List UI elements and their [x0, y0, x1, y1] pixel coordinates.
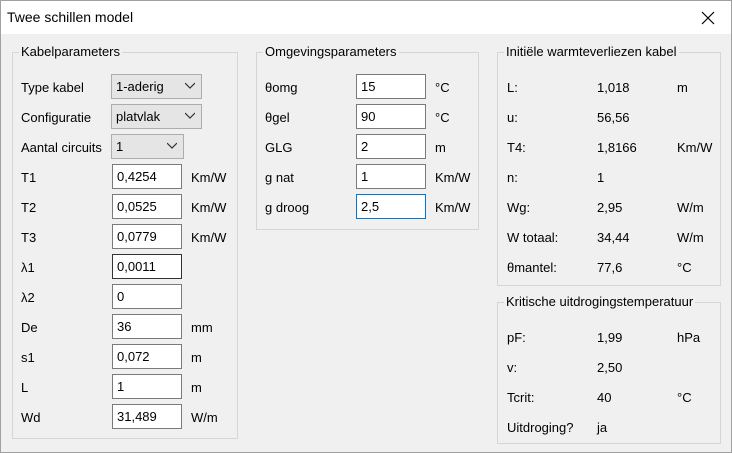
close-button[interactable] — [685, 1, 731, 34]
warmte-thetamantel-unit: °C — [677, 260, 692, 275]
warmteverliezen-legend: Initiële warmteverliezen kabel — [504, 44, 679, 59]
t1-unit: Km/W — [191, 170, 227, 185]
l-unit: m — [191, 380, 202, 395]
kritische-legend: Kritische uitdrogingstemperatuur — [504, 294, 696, 309]
warmte-l-label: L: — [507, 80, 518, 95]
type-kabel-label: Type kabel — [21, 80, 84, 95]
de-label: De — [21, 320, 38, 335]
warmte-u-label: u: — [507, 110, 518, 125]
kritisch-uitdroging-label: Uitdroging? — [507, 420, 574, 435]
theta-gel-label: θgel — [265, 110, 290, 125]
aantal-circuits-value: 1 — [116, 139, 124, 154]
t1-label: T1 — [21, 170, 37, 185]
kritisch-pf-unit: hPa — [677, 330, 701, 345]
kritisch-tcrit-value: 40 — [597, 390, 612, 405]
theta-omg-unit: °C — [435, 80, 450, 95]
g-droog-label: g droog — [265, 200, 310, 215]
warmte-t4-unit: Km/W — [677, 140, 713, 155]
warmte-n-value: 1 — [597, 170, 605, 185]
type-kabel-value: 1-aderig — [116, 79, 164, 94]
t2-unit: Km/W — [191, 200, 227, 215]
g-nat-label: g nat — [265, 170, 294, 185]
g-nat-input[interactable] — [356, 164, 426, 189]
warmte-l-value: 1,018 — [597, 80, 630, 95]
lambda2-label: λ2 — [21, 290, 35, 305]
t3-input[interactable] — [112, 224, 182, 249]
t2-label: T2 — [21, 200, 37, 215]
t1-input[interactable] — [112, 164, 182, 189]
kritisch-pf-label: pF: — [507, 330, 526, 345]
kritisch-v-value: 2,50 — [597, 360, 623, 375]
g-droog-input[interactable] — [356, 194, 426, 219]
l-input[interactable] — [112, 374, 182, 399]
dialog-window: Twee schillen model Kabelparameters Type… — [0, 0, 732, 453]
s1-input[interactable] — [112, 344, 182, 369]
t3-label: T3 — [21, 230, 37, 245]
lambda1-input[interactable] — [112, 254, 182, 279]
warmte-t4-value: 1,8166 — [597, 140, 637, 155]
glg-input[interactable] — [356, 134, 426, 159]
theta-omg-input[interactable] — [356, 74, 426, 99]
warmte-wtotaal-value: 34,44 — [597, 230, 630, 245]
glg-label: GLG — [265, 140, 293, 155]
lambda1-label: λ1 — [21, 260, 35, 275]
wd-label: Wd — [21, 410, 41, 425]
warmte-n-label: n: — [507, 170, 518, 185]
g-droog-unit: Km/W — [435, 200, 471, 215]
wd-unit: W/m — [191, 410, 218, 425]
kabelparameters-legend: Kabelparameters — [19, 44, 122, 59]
kritisch-pf-value: 1,99 — [597, 330, 623, 345]
chevron-down-icon — [185, 82, 195, 89]
warmte-wg-unit: W/m — [677, 200, 704, 215]
theta-gel-unit: °C — [435, 110, 450, 125]
s1-unit: m — [191, 350, 202, 365]
aantal-circuits-label: Aantal circuits — [21, 140, 102, 155]
glg-unit: m — [435, 140, 446, 155]
g-nat-unit: Km/W — [435, 170, 471, 185]
title-bar: Twee schillen model — [1, 1, 731, 34]
kritisch-tcrit-unit: °C — [677, 390, 692, 405]
warmte-wg-label: Wg: — [507, 200, 531, 215]
chevron-down-icon — [167, 142, 177, 149]
warmte-u-value: 56,56 — [597, 110, 630, 125]
de-unit: mm — [191, 320, 213, 335]
warmte-l-unit: m — [677, 80, 688, 95]
theta-omg-label: θomg — [265, 80, 298, 95]
lambda2-input[interactable] — [112, 284, 182, 309]
warmte-wtotaal-label: W totaal: — [507, 230, 559, 245]
warmte-t4-label: T4: — [507, 140, 526, 155]
omgevingsparameters-legend: Omgevingsparameters — [263, 44, 399, 59]
warmte-thetamantel-label: θmantel: — [507, 260, 557, 275]
configuratie-label: Configuratie — [21, 110, 92, 125]
configuratie-value: platvlak — [116, 109, 161, 124]
s1-label: s1 — [21, 350, 35, 365]
t2-input[interactable] — [112, 194, 182, 219]
chevron-down-icon — [185, 112, 195, 119]
l-label: L — [21, 380, 29, 395]
aantal-circuits-select[interactable]: 1 — [111, 134, 184, 159]
warmte-thetamantel-value: 77,6 — [597, 260, 623, 275]
theta-gel-input[interactable] — [356, 104, 426, 129]
window-title: Twee schillen model — [7, 9, 134, 25]
warmte-wtotaal-unit: W/m — [677, 230, 704, 245]
wd-input[interactable] — [112, 404, 182, 429]
kritisch-uitdroging-value: ja — [597, 420, 608, 435]
kritisch-v-label: v: — [507, 360, 518, 375]
warmte-wg-value: 2,95 — [597, 200, 623, 215]
configuratie-select[interactable]: platvlak — [111, 104, 202, 129]
de-input[interactable] — [112, 314, 182, 339]
close-icon — [701, 11, 715, 24]
type-kabel-select[interactable]: 1-aderig — [111, 74, 202, 99]
t3-unit: Km/W — [191, 230, 227, 245]
kritisch-tcrit-label: Tcrit: — [507, 390, 535, 405]
